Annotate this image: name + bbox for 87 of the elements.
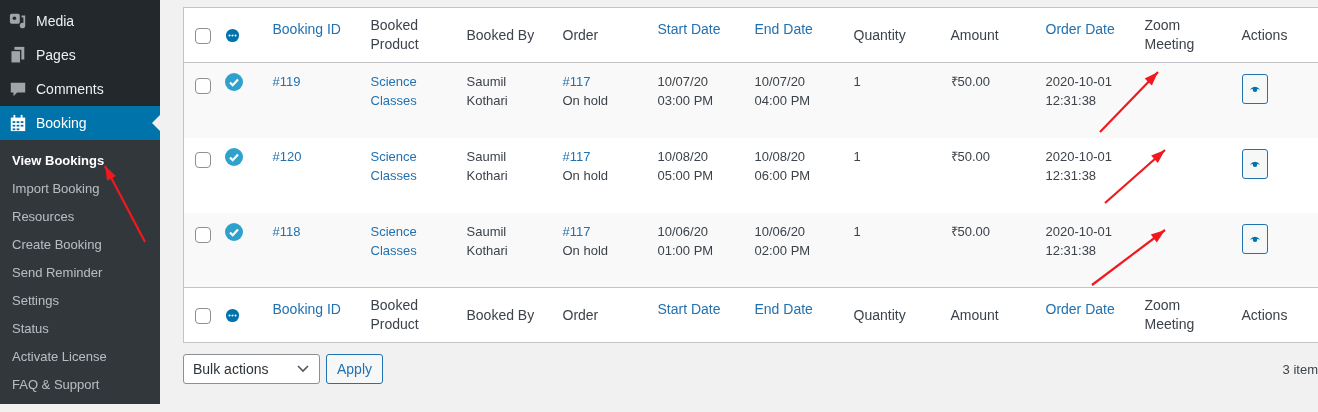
table-cell: Saumil Kothari: [466, 223, 508, 258]
column-header: Zoom Meeting: [1144, 297, 1195, 332]
column-header: Zoom Meeting: [1144, 17, 1195, 52]
sort-link[interactable]: End Date: [754, 20, 813, 37]
table-cell: 2020-10-01 12:31:38: [1045, 223, 1112, 258]
booking-link[interactable]: #119: [272, 74, 301, 89]
table-cell: 10/07/20 03:00 PM: [657, 74, 714, 108]
sort-link[interactable]: Start Date: [657, 20, 721, 37]
view-button[interactable]: [1241, 223, 1268, 254]
row-checkbox[interactable]: [195, 77, 211, 94]
table-cell: 1: [853, 148, 861, 164]
column-header: Actions: [1241, 306, 1288, 323]
menu-pointer: [152, 115, 160, 131]
eye-icon: [1248, 85, 1261, 93]
submenu-item[interactable]: Send Reminder: [0, 259, 160, 287]
column-header: Amount: [950, 26, 999, 43]
column-header: Order: [562, 26, 599, 43]
column-header: Booked By: [466, 26, 535, 43]
calendar-icon: [9, 114, 27, 132]
column-header: Quantity: [853, 306, 906, 323]
view-button[interactable]: [1241, 148, 1268, 179]
eye-icon: [1248, 159, 1261, 168]
submenu-item[interactable]: Status: [0, 315, 160, 343]
submenu-item[interactable]: Import Booking: [0, 175, 160, 203]
product-link[interactable]: Science Classes: [370, 72, 451, 110]
submenu-item[interactable]: Activate License: [0, 343, 160, 371]
menu-item[interactable]: Pages: [0, 38, 160, 72]
menu-item[interactable]: Media: [0, 4, 160, 38]
chevron-icon: [297, 365, 309, 373]
select-all-checkbox[interactable]: [195, 307, 211, 324]
table-cell: 10/08/20 06:00 PM: [754, 148, 811, 183]
column-header: Booked Product: [370, 17, 419, 52]
submenu-item[interactable]: FAQ & Support: [0, 371, 160, 399]
table-cell: Saumil Kothari: [466, 74, 508, 108]
booking-link[interactable]: #118: [272, 223, 301, 239]
table-cell: ₹50.00: [950, 223, 991, 239]
apply-button[interactable]: Apply: [326, 354, 384, 384]
table-cell: 10/06/20 02:00 PM: [754, 223, 811, 258]
table-cell: ₹50.00: [950, 74, 991, 89]
order-link[interactable]: #117: [562, 221, 642, 241]
column-header: Amount: [950, 306, 999, 323]
item-count: 3 item: [1282, 361, 1318, 377]
order-status: On hold: [562, 93, 609, 108]
order-status: On hold: [562, 167, 609, 183]
table-cell: 2020-10-01 12:31:38: [1045, 74, 1112, 108]
status-icon: [224, 28, 240, 44]
row-checkbox[interactable]: [195, 227, 211, 244]
submenu-item[interactable]: Resources: [0, 203, 160, 231]
column-header: Order: [562, 306, 599, 323]
menu-item[interactable]: Booking: [0, 106, 160, 140]
booking-link[interactable]: #120: [272, 148, 302, 164]
comment-icon: [9, 80, 27, 98]
column-header: Booked Product: [370, 297, 419, 332]
bulk-actions-select[interactable]: Bulk actions: [183, 354, 320, 384]
media-icon: [9, 12, 27, 30]
sort-link[interactable]: Booking ID: [272, 300, 341, 317]
sort-link[interactable]: End Date: [754, 300, 813, 317]
row-checkbox[interactable]: [195, 152, 211, 169]
table-cell: 10/08/20 05:00 PM: [657, 148, 714, 183]
column-header: Actions: [1241, 26, 1288, 43]
sort-link[interactable]: Order Date: [1045, 20, 1115, 37]
column-header: Booked By: [466, 306, 535, 323]
select-all-checkbox[interactable]: [195, 27, 211, 44]
view-button[interactable]: [1241, 74, 1268, 104]
submenu-item[interactable]: View Bookings: [0, 147, 160, 175]
product-link[interactable]: Science Classes: [370, 146, 451, 185]
sort-link[interactable]: Start Date: [657, 300, 721, 317]
table-cell: 1: [853, 74, 861, 89]
table-cell: 10/07/20 04:00 PM: [754, 74, 811, 108]
column-header: Quantity: [853, 26, 906, 43]
status-icon: [224, 308, 240, 324]
menu-item[interactable]: Comments: [0, 72, 160, 106]
sort-link[interactable]: Order Date: [1045, 300, 1115, 317]
table-cell: 2020-10-01 12:31:38: [1045, 148, 1112, 183]
pages-icon: [9, 46, 27, 64]
submenu-item[interactable]: Create Booking: [0, 231, 160, 259]
sort-link[interactable]: Booking ID: [272, 20, 341, 37]
order-link[interactable]: #117: [562, 146, 642, 166]
submenu-item[interactable]: Settings: [0, 287, 160, 315]
table-cell: 1: [853, 223, 861, 239]
table-cell: ₹50.00: [950, 148, 991, 164]
table-cell: 10/06/20 01:00 PM: [657, 223, 714, 258]
product-link[interactable]: Science Classes: [370, 221, 451, 260]
eye-icon: [1248, 234, 1261, 243]
order-status: On hold: [562, 242, 609, 258]
order-link[interactable]: #117: [562, 72, 642, 91]
table-cell: Saumil Kothari: [466, 148, 508, 183]
